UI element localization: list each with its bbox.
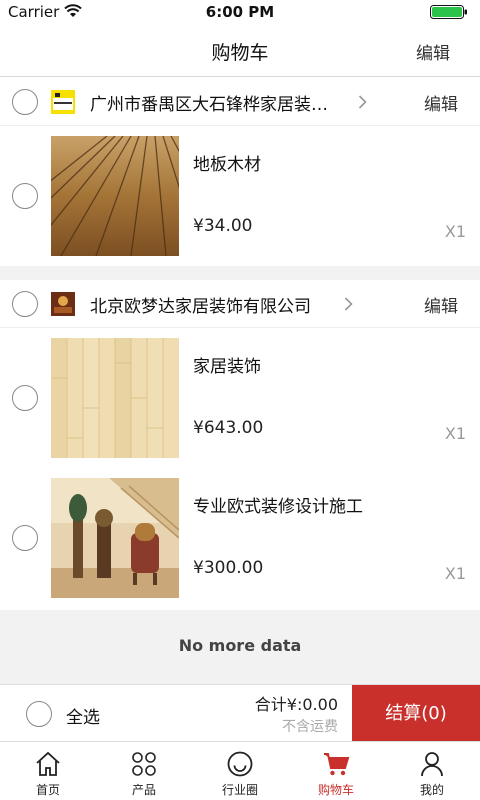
item-select-radio[interactable] — [12, 183, 38, 209]
item-quantity: X1 — [444, 222, 466, 241]
tab-label: 首页 — [35, 783, 60, 797]
item-select-radio[interactable] — [12, 525, 38, 551]
chevron-right-icon[interactable] — [344, 297, 353, 311]
product-image[interactable] — [51, 478, 179, 598]
status-bar: Carrier 6:00 PM — [0, 0, 480, 24]
shop-header[interactable]: 广州市番禺区大石锋桦家居装… 编辑 — [0, 78, 480, 126]
light-wood-image — [51, 338, 179, 458]
select-all-radio[interactable] — [26, 701, 52, 727]
shipping-note: 不含运费 — [282, 719, 338, 735]
section-divider — [0, 266, 480, 280]
shop-select-radio[interactable] — [12, 291, 38, 317]
tab-label: 产品 — [131, 783, 156, 797]
shop-logo — [51, 90, 75, 114]
tab-label: 购物车 — [317, 783, 354, 797]
tab-bar: 首页 产品 行业圈 购物车 我的 — [0, 741, 480, 800]
shop-name[interactable]: 广州市番禺区大石锋桦家居装… — [90, 90, 328, 115]
page-title: 购物车 — [211, 42, 269, 64]
european-interior-image — [51, 478, 179, 598]
item-price: ¥34.00 — [193, 216, 253, 236]
no-more-data-label: No more data — [178, 636, 302, 655]
tab-products[interactable]: 产品 — [96, 742, 192, 800]
item-title[interactable]: 专业欧式装修设计施工 — [193, 492, 363, 517]
product-image[interactable] — [51, 338, 179, 458]
tab-industry[interactable]: 行业圈 — [192, 742, 288, 800]
item-title[interactable]: 地板木材 — [193, 150, 261, 175]
cart-item[interactable]: 地板木材 ¥34.00 X1 — [0, 126, 480, 266]
edit-cart-button[interactable]: 编辑 — [416, 39, 450, 64]
shop-name[interactable]: 北京欧梦达家居装饰有限公司 — [90, 292, 311, 317]
battery-icon — [430, 5, 467, 19]
grid-icon — [132, 752, 156, 776]
cart-item[interactable]: 家居装饰 ¥643.00 X1 — [0, 328, 480, 468]
cart-item[interactable]: 专业欧式装修设计施工 ¥300.00 X1 — [0, 468, 480, 608]
tab-cart[interactable]: 购物车 — [288, 742, 384, 800]
shop-header[interactable]: 北京欧梦达家居装饰有限公司 编辑 — [0, 280, 480, 328]
shop-logo — [51, 292, 75, 316]
item-price: ¥643.00 — [193, 418, 264, 438]
shop-select-radio[interactable] — [12, 89, 38, 115]
home-icon — [36, 751, 60, 776]
cart-icon — [324, 753, 350, 776]
user-icon — [421, 752, 443, 777]
tab-home[interactable]: 首页 — [0, 742, 96, 800]
chevron-right-icon[interactable] — [358, 95, 367, 109]
select-all-label[interactable]: 全选 — [66, 703, 100, 728]
nav-bar: 购物车 编辑 — [0, 24, 480, 77]
smile-icon — [227, 751, 253, 777]
tab-label: 我的 — [419, 783, 444, 797]
checkout-button[interactable]: 结算(0) — [352, 685, 480, 742]
clock: 6:00 PM — [205, 3, 275, 21]
wood-floor-image — [51, 136, 179, 256]
checkout-bar: 全选 合计¥:0.00 不含运费 结算(0) — [0, 684, 480, 742]
shop-edit-button[interactable]: 编辑 — [424, 292, 458, 317]
total-price: 合计¥:0.00 — [254, 695, 338, 714]
item-quantity: X1 — [444, 564, 466, 583]
shop-edit-button[interactable]: 编辑 — [424, 90, 458, 115]
product-image[interactable] — [51, 136, 179, 256]
tab-profile[interactable]: 我的 — [384, 742, 480, 800]
list-footer: No more data — [0, 610, 480, 684]
item-title[interactable]: 家居装饰 — [193, 352, 261, 377]
item-quantity: X1 — [444, 424, 466, 443]
item-price: ¥300.00 — [193, 558, 264, 578]
tab-label: 行业圈 — [221, 783, 258, 797]
item-select-radio[interactable] — [12, 385, 38, 411]
